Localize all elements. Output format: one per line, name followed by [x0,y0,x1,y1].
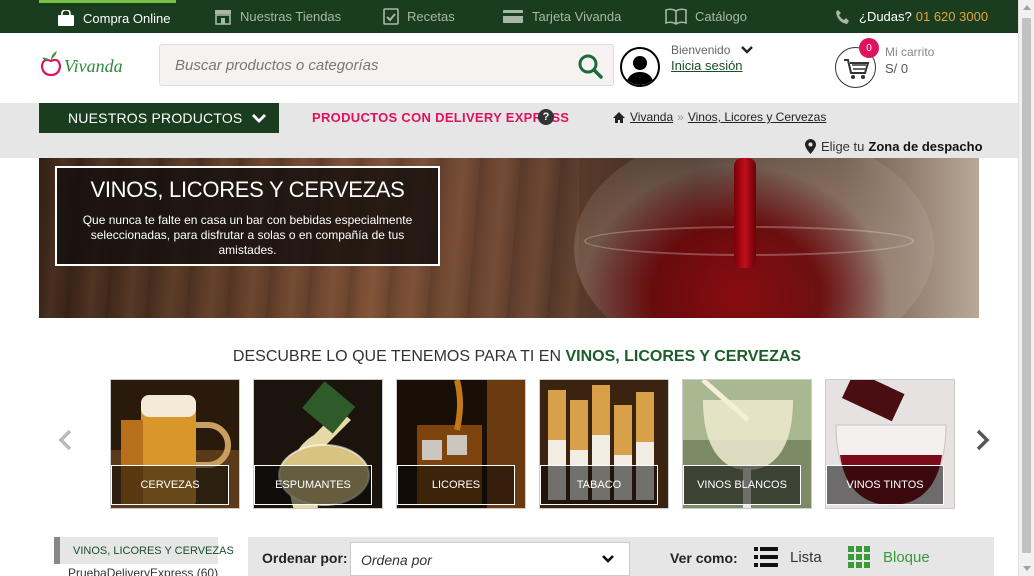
topbar-item-label: Nuestras Tiendas [240,9,342,24]
scroll-down-icon[interactable] [1023,566,1031,571]
chevron-down-icon [602,555,614,563]
nav-bar: NUESTROS PRODUCTOS PRODUCTOS CON DELIVER… [0,103,1018,158]
phone-number: 01 620 3000 [915,9,989,24]
recipe-check-icon [383,8,399,25]
discover-highlight: VINOS, LICORES Y CERVEZAS [565,348,802,365]
topbar-item-label: Compra Online [83,10,171,26]
breadcrumb: Vivanda » Vinos, Licores y Cervezas [612,110,826,124]
list-label: Lista [790,548,822,566]
category-label: LICORES [397,465,515,505]
category-card-tabaco[interactable]: TABACO [539,379,669,509]
topbar-nuestras-tiendas[interactable]: Nuestras Tiendas [214,0,341,33]
banner-text-box: VINOS, LICORES Y CERVEZAS Que nunca te f… [55,166,440,266]
cart-amount: S/ 0 [885,61,909,76]
help-icon[interactable]: ? [538,109,554,125]
sort-toolbar: Ordenar por: Ordena por Ver como: Lista … [248,537,994,576]
zone-prefix: Elige tu [821,139,865,154]
sort-select[interactable]: Ordena por [350,542,630,576]
breadcrumb-vivanda[interactable]: Vivanda [630,110,673,124]
book-icon [665,8,687,25]
grid-icon [848,546,870,568]
phone-icon [836,9,849,24]
category-card-licores[interactable]: LICORES [396,379,526,509]
view-as-label: Ver como: [670,550,738,566]
category-card-espumantes[interactable]: ESPUMANTES [253,379,383,509]
banner-title: VINOS, LICORES Y CERVEZAS [90,177,405,202]
category-card-vinos-tintos[interactable]: VINOS TINTOS [825,379,955,509]
list-icon [754,547,778,567]
search-icon[interactable] [577,53,603,79]
cart-label: Mi carrito [885,45,935,59]
scroll-up-icon[interactable] [1023,5,1031,10]
topbar-phone[interactable]: ¿Dudas? 01 620 3000 [835,0,988,33]
block-label: Bloque [883,548,930,566]
phone-label: ¿Dudas? [859,9,912,24]
search-input[interactable] [160,45,560,85]
cart-count-badge: 0 [859,38,879,58]
breadcrumb-separator: » [677,110,684,124]
bag-icon [58,9,74,26]
banner-description: Que nunca te falte en casa un bar con be… [82,213,413,257]
breadcrumb-vinos[interactable]: Vinos, Licores y Cervezas [688,110,827,124]
apple-logo-icon [40,50,62,76]
category-label: VINOS BLANCOS [683,465,801,505]
our-products-button[interactable]: NUESTROS PRODUCTOS [39,103,279,133]
vertical-scrollbar[interactable] [1018,0,1034,576]
store-icon [215,9,231,25]
delivery-zone-selector[interactable]: Elige tu Zona de despacho [805,139,983,154]
sort-select-value: Ordena por [361,552,432,568]
our-products-label: NUESTROS PRODUCTOS [68,110,243,126]
avatar-icon[interactable] [620,47,660,87]
header: Vivanda Bienvenido Inicia sesión 0 Mi ca… [0,33,1018,103]
greeting-text: Bienvenido [671,43,731,57]
top-bar: Compra Online Nuestras Tiendas Recetas T… [0,0,1018,33]
topbar-item-label: Catálogo [695,9,748,24]
discover-heading: DESCUBRE LO QUE TENEMOS PARA TI EN VINOS… [0,348,1034,366]
delivery-express-link[interactable]: PRODUCTOS CON DELIVERY EXPRESS [312,110,569,125]
chevron-down-icon [252,114,266,123]
topbar-item-label: Tarjeta Vivanda [532,9,622,24]
logo-text: Vivanda [64,56,123,76]
sort-label: Ordenar por: [262,550,348,566]
category-card-cervezas[interactable]: CERVEZAS [110,379,240,509]
view-list-button[interactable]: Lista [754,546,822,568]
category-label: VINOS TINTOS [826,465,944,505]
topbar-recetas[interactable]: Recetas [383,0,455,33]
search-box [159,44,614,86]
topbar-item-label: Recetas [407,9,455,24]
category-label: ESPUMANTES [254,465,372,505]
location-pin-icon [805,139,816,154]
banner-wine-pour [734,158,756,268]
sidebar-subcategory[interactable]: PruebaDeliveryExpress (60) [68,566,218,576]
category-label: CERVEZAS [111,465,229,505]
zone-label: Zona de despacho [868,139,983,154]
category-label: TABACO [540,465,658,505]
scrollbar-thumb[interactable] [1022,18,1031,553]
topbar-tarjeta-vivanda[interactable]: Tarjeta Vivanda [502,0,621,33]
home-icon[interactable] [612,111,626,124]
category-banner: VINOS, LICORES Y CERVEZAS Que nunca te f… [39,158,979,318]
vivanda-logo[interactable]: Vivanda [40,48,123,77]
view-block-button[interactable]: Bloque [848,546,930,568]
topbar-compra-online[interactable]: Compra Online [39,0,176,33]
category-card-vinos-blancos[interactable]: VINOS BLANCOS [682,379,812,509]
chevron-down-icon[interactable] [740,44,754,56]
login-link[interactable]: Inicia sesión [671,58,743,73]
topbar-catalogo[interactable]: Catálogo [665,0,747,33]
discover-prefix: DESCUBRE LO QUE TENEMOS PARA TI EN [232,348,561,365]
card-icon [503,10,523,23]
carousel-next-icon[interactable] [972,428,992,452]
sidebar-category-title[interactable]: VINOS, LICORES Y CERVEZAS [54,537,234,564]
carousel-prev-icon[interactable] [56,428,76,452]
